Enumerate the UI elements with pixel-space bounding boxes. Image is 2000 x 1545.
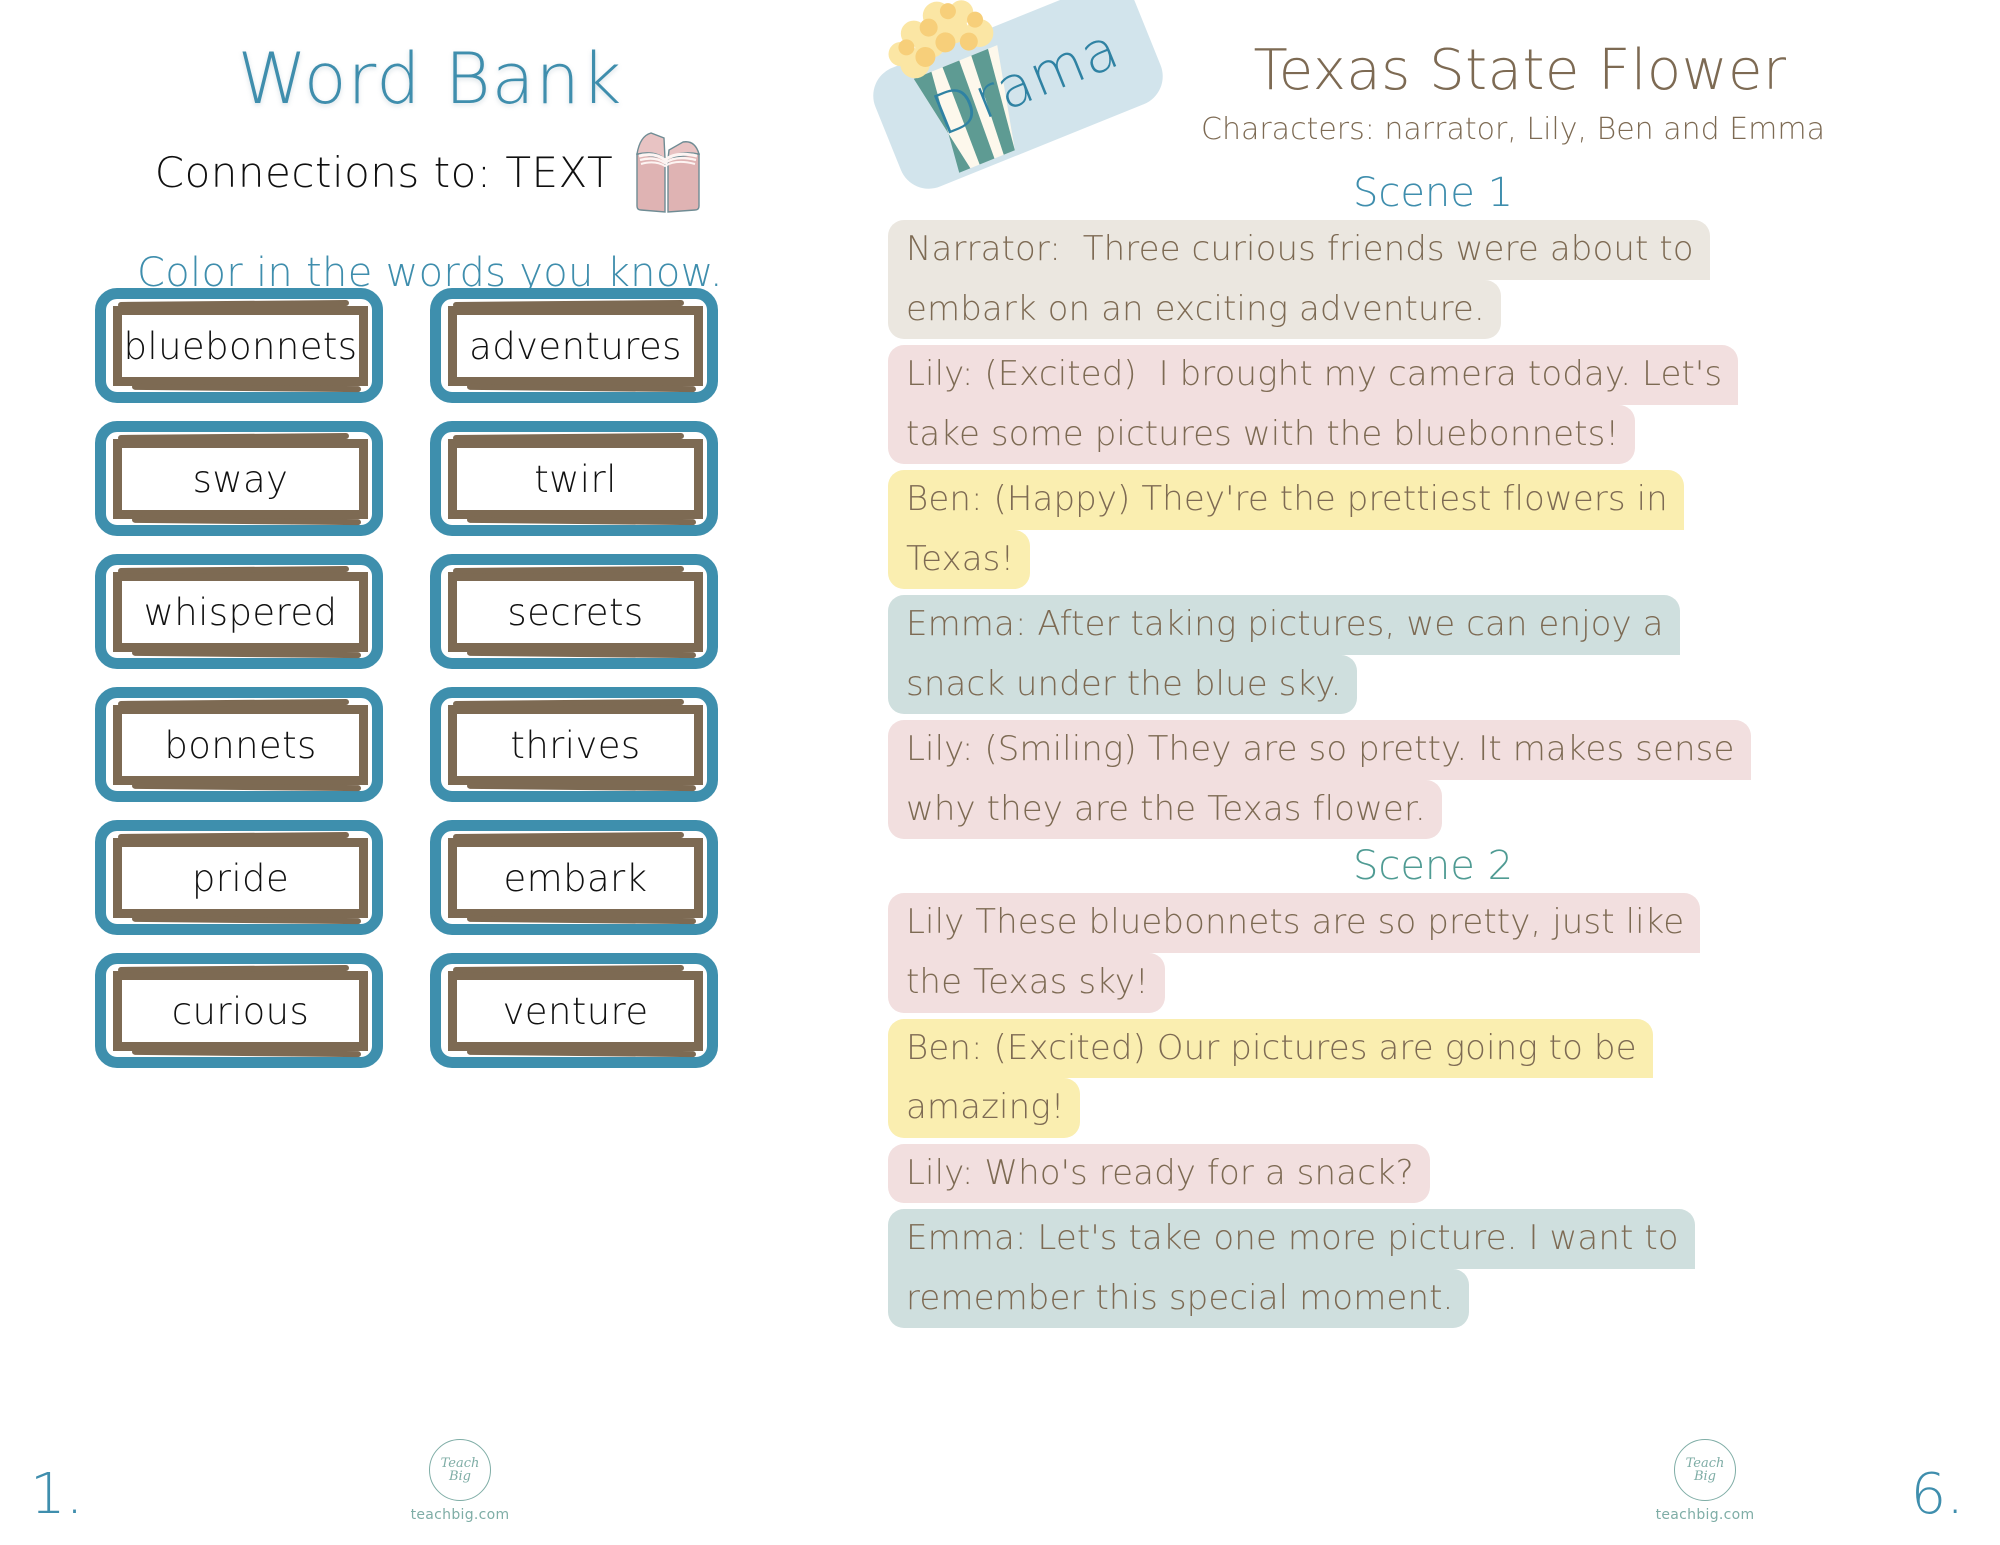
left-page: Word Bank Connections to: TEXT Color in … [0,0,860,1545]
word-label: venture [502,989,649,1033]
word-card[interactable]: pride [95,820,383,935]
word-card[interactable]: secrets [430,554,718,669]
scene-heading: Scene 2 [1352,843,1514,890]
open-book-icon [636,132,701,213]
page-number-left: 1. [30,1462,84,1527]
dialogue-text: Lily: (Smiling) They are so pretty. It m… [888,720,1751,780]
page-subtitle: Connections to: TEXT [154,147,614,197]
dialogue-text: Ben: (Excited) Our pictures are going to… [888,1018,1653,1079]
word-label: sway [192,457,289,501]
brand-logo-right: Teach Big teachbig.com [1640,1439,1770,1523]
dialogue-line: Lily: Who's ready for a snack? [888,1143,1978,1204]
page-title: Word Bank [237,38,623,120]
dialogue-line: Emma: Let's take one more picture. I wan… [888,1209,1978,1329]
dialogue-text: Lily: (Excited) I brought my camera toda… [888,345,1739,405]
word-card[interactable]: thrives [430,687,718,802]
dialogue-text: Emma: After taking pictures, we can enjo… [888,595,1680,655]
dialogue-text: Lily These bluebonnets are so pretty, ju… [888,893,1701,954]
word-card[interactable]: embark [430,820,718,935]
brand-circle-icon: Teach Big [429,1439,491,1501]
subtitle-row: Connections to: TEXT [0,128,860,216]
dialogue-text: Narrator: Three curious friends were abo… [888,220,1710,280]
dialogue-line: Ben: (Happy) They're the prettiest flowe… [888,470,1978,590]
word-card[interactable]: curious [95,953,383,1068]
dialogue-text: Emma: Let's take one more picture. I wan… [888,1209,1695,1269]
brand-url: teachbig.com [1655,1507,1755,1523]
dialogue-text: the Texas sky! [888,953,1165,1013]
brand-logo-text: Teach Big [1685,1456,1725,1484]
word-label: adventures [469,324,682,368]
page-number-right: 6. [1910,1462,1964,1527]
dialogue-line: Lily: (Excited) I brought my camera toda… [888,345,1978,465]
dialogue-line: Lily: (Smiling) They are so pretty. It m… [888,720,1978,840]
word-label: secrets [507,590,644,634]
drama-characters: Characters: narrator, Lily, Ben and Emma [1201,112,1825,147]
dialogue-line: Lily These bluebonnets are so pretty, ju… [888,893,1978,1013]
dialogue-line: Ben: (Excited) Our pictures are going to… [888,1018,1978,1138]
dialogue-text: snack under the blue sky. [888,654,1358,715]
dialogue-text: embark on an exciting adventure. [888,279,1501,340]
dialogue-text: remember this special moment. [888,1268,1470,1329]
word-card[interactable]: venture [430,953,718,1068]
right-page: Drama Texas State Flower Characters: nar… [860,0,2000,1545]
brand-circle-icon: Teach Big [1674,1439,1736,1501]
dialogue-text: why they are the Texas flower. [888,779,1442,840]
word-card[interactable]: whispered [95,554,383,669]
word-label: bluebonnets [123,324,358,368]
dialogue-text: amazing! [888,1078,1081,1138]
word-label: thrives [510,723,641,767]
word-label: twirl [534,457,617,501]
scene-heading: Scene 1 [1352,170,1514,216]
word-label: embark [503,856,648,900]
dialogue-text: take some pictures with the bluebonnets! [888,404,1636,465]
dialogue-text: Lily: Who's ready for a snack? [888,1143,1430,1204]
word-bank-grid: bluebonnets adventures sway twirl whispe… [95,288,765,1068]
script-body: Scene 1 Narrator: Three curious friends … [888,168,1978,1334]
dialogue-text: Texas! [888,529,1031,590]
word-card[interactable]: sway [95,421,383,536]
brand-logo-left: Teach Big teachbig.com [395,1439,525,1523]
brand-logo-text: Teach Big [440,1456,480,1484]
drama-title: Texas State Flower [1253,38,1787,103]
word-card[interactable]: bluebonnets [95,288,383,403]
word-card[interactable]: bonnets [95,687,383,802]
dialogue-text: Ben: (Happy) They're the prettiest flowe… [888,470,1684,530]
word-card[interactable]: adventures [430,288,718,403]
word-label: pride [191,856,290,900]
word-label: bonnets [164,723,317,767]
dialogue-line: Emma: After taking pictures, we can enjo… [888,595,1978,715]
word-card[interactable]: twirl [430,421,718,536]
dialogue-line: Narrator: Three curious friends were abo… [888,220,1978,340]
brand-url: teachbig.com [410,1507,510,1523]
word-label: whispered [143,590,338,634]
word-label: curious [171,989,310,1033]
